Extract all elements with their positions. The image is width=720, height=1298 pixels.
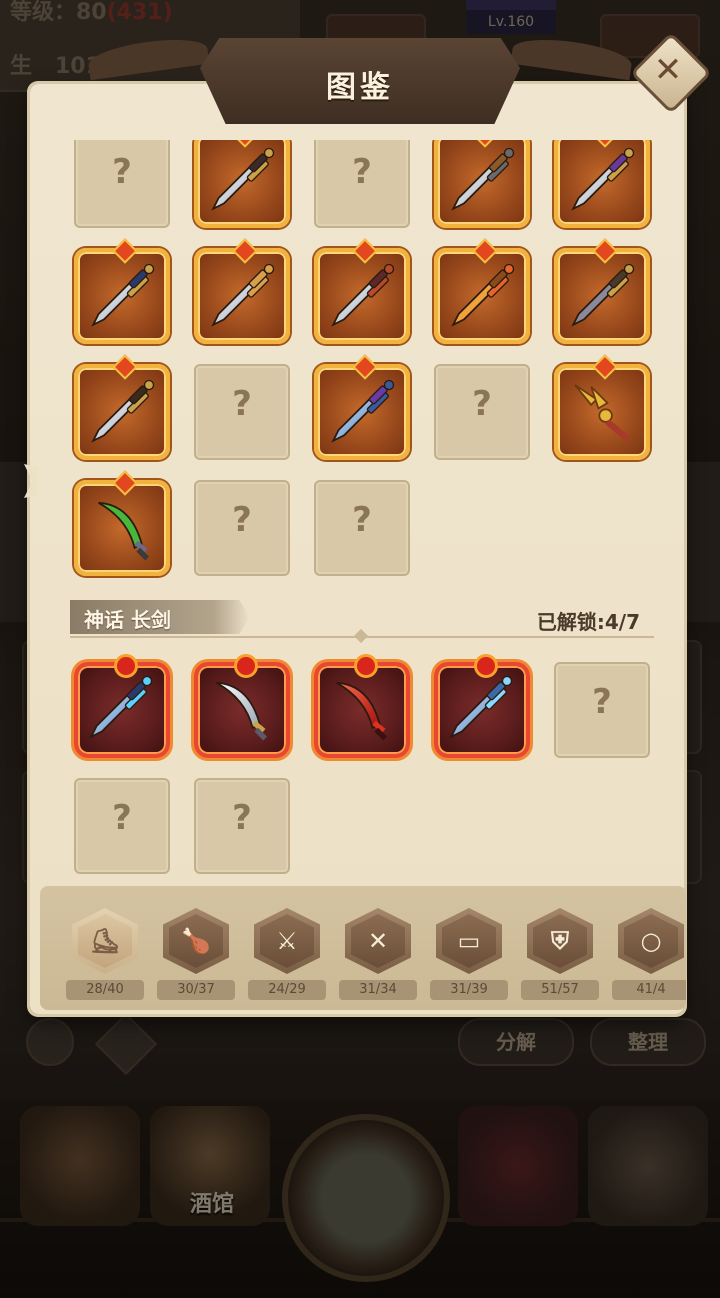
myth-weapon-slot[interactable] xyxy=(314,654,410,758)
epic-weapon-slot[interactable] xyxy=(314,248,410,344)
locked-slot[interactable]: ? xyxy=(314,140,410,228)
unlock-progress: 已解锁:4/7 xyxy=(536,610,640,634)
ring-icon: ○ xyxy=(640,927,662,955)
epic-weapon-slot[interactable] xyxy=(74,248,170,344)
myth-weapon-slot[interactable] xyxy=(74,654,170,758)
book-icon: ▭ xyxy=(457,927,481,955)
question-mark-icon: ? xyxy=(352,500,372,540)
epic-weapon-slot[interactable] xyxy=(314,364,410,460)
tab-count: 41/4 xyxy=(612,980,686,1000)
question-mark-icon: ? xyxy=(352,152,372,192)
tab-count: 30/37 xyxy=(157,980,235,1000)
sword-icon: ⚔ xyxy=(276,927,298,955)
locked-slot[interactable]: ? xyxy=(314,480,410,576)
epic-weapon-slot[interactable] xyxy=(554,140,650,228)
close-x-icon[interactable]: ✕ xyxy=(642,44,694,96)
category-tab-shield[interactable]: ✕ 31/34 xyxy=(339,908,417,1000)
tab-count: 31/34 xyxy=(339,980,417,1000)
question-mark-icon: ? xyxy=(232,798,252,838)
locked-slot[interactable]: ? xyxy=(434,364,530,460)
myth-weapon-slot[interactable] xyxy=(434,654,530,758)
question-mark-icon: ? xyxy=(232,384,252,424)
dialog-title: 图鉴 xyxy=(326,70,394,105)
tab-count: 28/40 xyxy=(66,980,144,1000)
section-title: 神话 长剑 xyxy=(84,608,171,632)
drumstick-icon: 🍗 xyxy=(181,927,211,955)
epic-weapon-slot[interactable] xyxy=(194,248,290,344)
epic-weapon-slot[interactable] xyxy=(554,364,650,460)
section-divider-ornament xyxy=(353,628,369,644)
tab-count: 24/29 xyxy=(248,980,326,1000)
category-tab-ring[interactable]: ○ 41/4 xyxy=(612,908,686,1000)
epic-weapon-slot[interactable] xyxy=(434,140,530,228)
locked-slot[interactable]: ? xyxy=(194,480,290,576)
epic-weapon-slot[interactable] xyxy=(74,364,170,460)
locked-slot[interactable]: ? xyxy=(554,662,650,758)
collection-scroll-area[interactable]: ? ? ? ? ? ? 神话 长剑 已解锁:4/7 ? ? ? xyxy=(30,140,684,880)
category-tab-sword[interactable]: ⚔ 24/29 xyxy=(248,908,326,1000)
myth-weapon-slot[interactable] xyxy=(194,654,290,758)
boot-icon: ⛸ xyxy=(89,927,121,955)
locked-slot[interactable]: ? xyxy=(74,778,170,874)
epic-weapon-slot[interactable] xyxy=(194,140,290,228)
locked-slot[interactable]: ? xyxy=(194,364,290,460)
armor-icon: ⛨ xyxy=(551,927,569,955)
category-tab-boot[interactable]: ⛸ 28/40 xyxy=(66,908,144,1000)
category-tab-bar: ⛸ 28/40 🍗 30/37 ⚔ 24/29 ✕ 31/34 ▭ 31/39 … xyxy=(40,886,686,1010)
tab-count: 51/57 xyxy=(521,980,599,1000)
locked-slot[interactable]: ? xyxy=(74,140,170,228)
epic-weapon-slot[interactable] xyxy=(434,248,530,344)
question-mark-icon: ? xyxy=(112,152,132,192)
category-tab-book[interactable]: ▭ 31/39 xyxy=(430,908,508,1000)
category-tab-armor[interactable]: ⛨ 51/57 xyxy=(521,908,599,1000)
category-tab-drumstick[interactable]: 🍗 30/37 xyxy=(157,908,235,1000)
epic-weapon-slot[interactable] xyxy=(554,248,650,344)
question-mark-icon: ? xyxy=(472,384,492,424)
question-mark-icon: ? xyxy=(112,798,132,838)
question-mark-icon: ? xyxy=(232,500,252,540)
tab-count: 31/39 xyxy=(430,980,508,1000)
shield-icon: ✕ xyxy=(367,927,389,955)
question-mark-icon: ? xyxy=(592,682,612,722)
epic-weapon-slot[interactable] xyxy=(74,480,170,576)
locked-slot[interactable]: ? xyxy=(194,778,290,874)
